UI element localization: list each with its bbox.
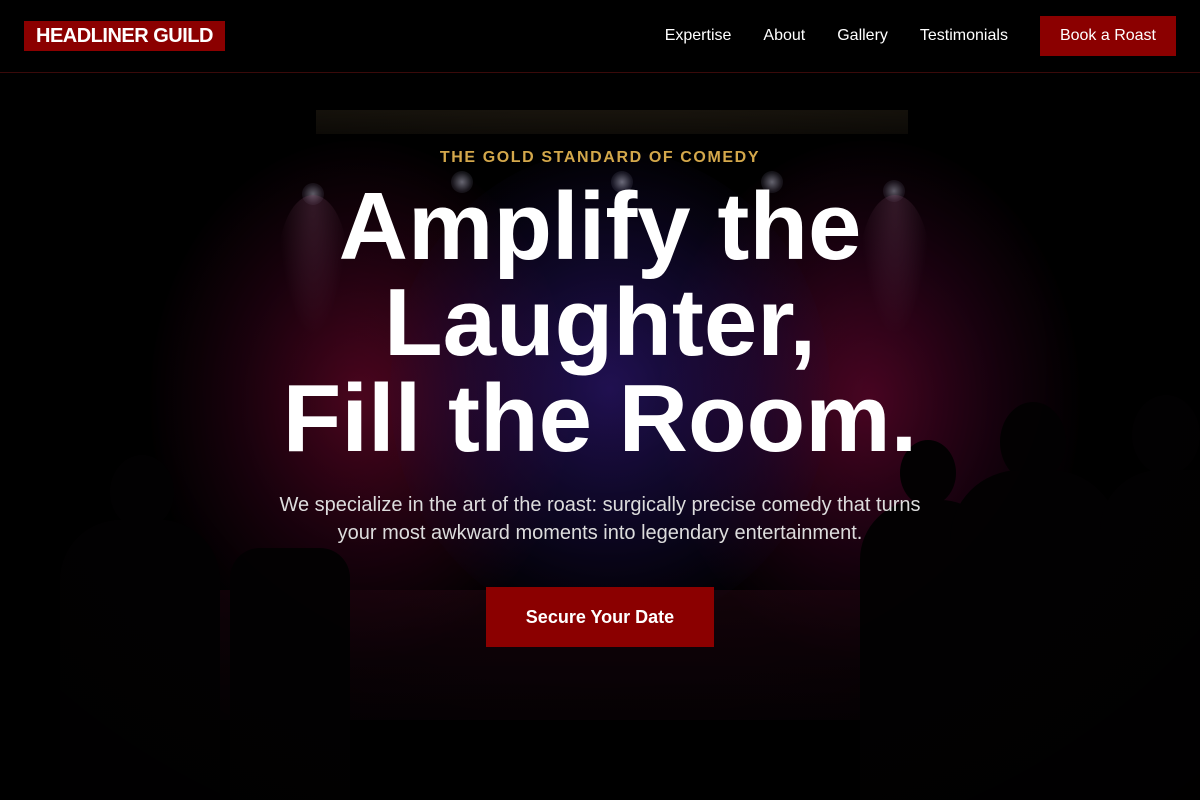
book-a-roast-button[interactable]: Book a Roast: [1039, 16, 1176, 56]
hero-eyebrow: THE GOLD STANDARD OF COMEDY: [439, 149, 761, 166]
hero-section: THE GOLD STANDARD OF COMEDY Amplify the …: [0, 73, 1200, 647]
nav-link-expertise[interactable]: Expertise: [665, 27, 732, 45]
hero-headline: Amplify the Laughter, Fill the Room.: [0, 179, 1200, 467]
site-logo[interactable]: HEADLINER GUILD: [24, 21, 225, 51]
nav-link-testimonials[interactable]: Testimonials: [920, 27, 1008, 45]
hero-subtext: We specialize in the art of the roast: s…: [279, 494, 921, 544]
secure-your-date-button[interactable]: Secure Your Date: [486, 587, 714, 647]
nav-links: Expertise About Gallery Testimonials Boo…: [665, 16, 1176, 56]
top-navbar: HEADLINER GUILD Expertise About Gallery …: [0, 0, 1200, 73]
headline-line: Laughter,: [383, 269, 817, 376]
nav-link-gallery[interactable]: Gallery: [837, 27, 888, 45]
nav-link-about[interactable]: About: [763, 27, 805, 45]
headline-line: Amplify the: [338, 173, 862, 280]
headline-line: Fill the Room.: [282, 365, 918, 472]
